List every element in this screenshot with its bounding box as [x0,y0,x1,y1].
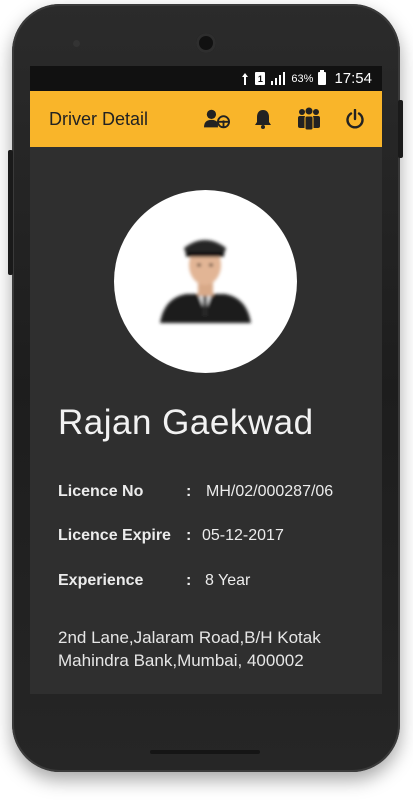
driver-name: Rajan Gaekwad [58,403,314,442]
bottom-bezel [150,750,260,754]
licence-no-value: MH/02/000287/06 [206,483,334,500]
licence-expire-row: Licence Expire : 05-12-2017 [58,527,284,545]
status-time: 17:54 [334,70,372,87]
licence-expire-value: 05-12-2017 [202,527,284,544]
driver-photo-icon [160,240,251,323]
page-title: Driver Detail [49,108,149,129]
licence-no-row: Licence No : MH/02/000287/06 [58,483,333,501]
driver-address: 2nd Lane,Jalaram Road,B/H Kotak Mahindra… [58,628,321,670]
proximity-sensor [73,40,80,47]
bell-icon[interactable] [250,106,276,132]
power-icon[interactable] [342,106,368,132]
licence-expire-label: Licence Expire [58,527,171,544]
licence-no-label: Licence No [58,483,144,500]
experience-separator: : [186,572,192,589]
power-side-button [398,100,403,158]
group-icon[interactable] [296,106,322,132]
status-bar: 1 63% 17:54 [30,66,382,91]
app-bar: Driver Detail [30,91,382,147]
sim-icon: 1 [255,72,266,85]
licence-expire-separator: : [186,527,192,544]
experience-label: Experience [58,572,144,589]
experience-row: Experience : 8 Year [58,572,250,590]
battery-percent: 63% [291,72,314,85]
battery-icon [318,70,327,85]
sim-label: 1 [255,72,266,85]
licence-no-separator: : [186,483,192,500]
driver-profile-icon[interactable] [204,106,230,132]
volume-side-button [8,150,13,275]
experience-value: 8 Year [205,572,251,589]
signal-icon [270,72,286,85]
front-camera [196,33,216,53]
data-icon [240,72,250,86]
screen: 1 63% 17:54 Driver Detail Rajan Gaekwad … [30,66,382,694]
driver-avatar [114,190,297,373]
